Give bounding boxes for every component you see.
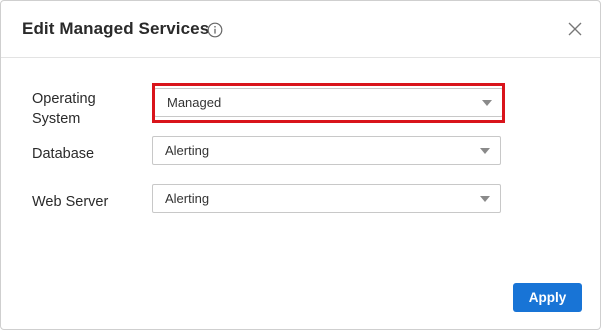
close-icon[interactable] xyxy=(567,21,583,37)
highlight-box xyxy=(152,83,505,123)
chevron-down-icon xyxy=(480,148,490,154)
chevron-down-icon xyxy=(480,196,490,202)
operating-system-label: Operating System xyxy=(32,89,96,129)
database-select[interactable]: Alerting xyxy=(152,136,501,165)
operating-system-label-line1: Operating xyxy=(32,91,96,107)
database-select-value: Alerting xyxy=(165,143,210,158)
dialog-title: Edit Managed Services xyxy=(22,19,210,38)
edit-managed-services-dialog: Edit Managed Services Operating System M… xyxy=(0,0,601,330)
apply-button[interactable]: Apply xyxy=(513,283,582,312)
web-server-select[interactable]: Alerting xyxy=(152,184,501,213)
web-server-select-value: Alerting xyxy=(165,191,210,206)
database-label: Database xyxy=(32,146,95,162)
web-server-label: Web Server xyxy=(32,194,109,210)
info-icon[interactable] xyxy=(207,22,223,38)
operating-system-label-line2: System xyxy=(32,111,81,127)
dialog-header: Edit Managed Services xyxy=(1,1,600,58)
